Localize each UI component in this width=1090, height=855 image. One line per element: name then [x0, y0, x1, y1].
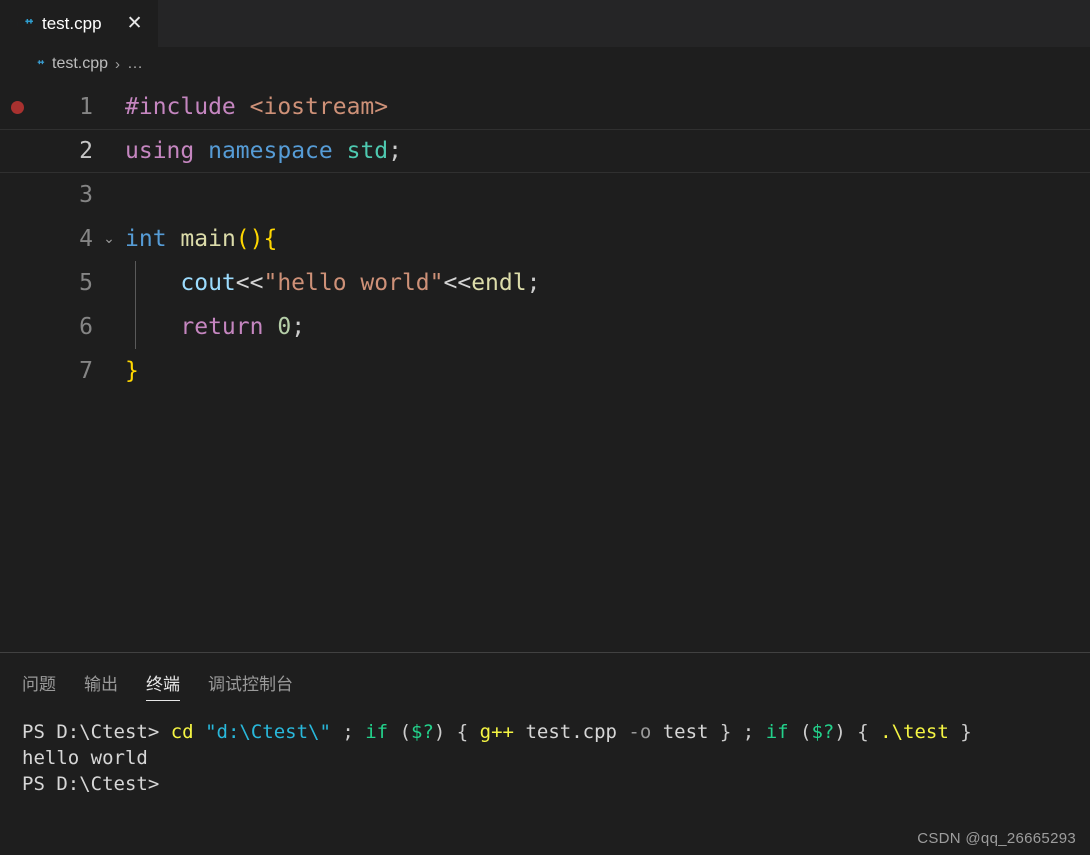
- editor-tab-label: test.cpp: [42, 13, 102, 33]
- breadcrumb-overflow[interactable]: …: [127, 55, 144, 73]
- terminal-line: hello world: [22, 745, 1090, 771]
- terminal-token: test.cpp: [514, 721, 629, 743]
- code-token: ;: [526, 270, 541, 296]
- panel-tab[interactable]: 输出: [84, 653, 118, 711]
- code-token: return: [180, 314, 264, 340]
- code-token: <<: [443, 270, 472, 296]
- terminal-token: PS D:\Ctest>: [22, 773, 160, 795]
- code-line-text: }: [125, 349, 1090, 393]
- code-token: ;: [388, 138, 402, 164]
- terminal-token: $?: [811, 721, 835, 743]
- breakpoint-dot: [10, 100, 24, 114]
- code-token: }: [125, 358, 139, 384]
- code-line-text: int main(){: [125, 217, 1090, 261]
- code-token: int: [125, 226, 167, 252]
- terminal-token: ) {: [834, 721, 881, 743]
- code-token: namespace: [208, 138, 333, 164]
- line-number: 2: [79, 138, 93, 164]
- terminal-token: ) {: [433, 721, 480, 743]
- tab-bar-empty-space: [157, 0, 1090, 47]
- terminal-line: PS D:\Ctest> cd "d:\Ctest\" ; if ($?) { …: [22, 719, 1090, 745]
- code-line[interactable]: 7}: [0, 349, 1090, 393]
- line-number: 3: [79, 182, 93, 208]
- code-line-text: cout<<"hello world"<<endl;: [125, 261, 1090, 305]
- code-token: ;: [291, 314, 306, 340]
- terminal-token: cd: [170, 721, 194, 743]
- breadcrumb-item-file[interactable]: test.cpp: [52, 55, 108, 73]
- code-line[interactable]: 1 #include <iostream>: [0, 85, 1090, 129]
- line-number: 5: [79, 270, 93, 296]
- breakpoint-icon[interactable]: [8, 100, 26, 114]
- editor-tab-test-cpp[interactable]: test.cpp ✕: [0, 0, 158, 47]
- terminal-token: "d:\Ctest\": [205, 721, 331, 743]
- code-token: {: [263, 226, 278, 252]
- code-line-text: #include <iostream>: [125, 85, 1090, 129]
- terminal-token: } ;: [719, 721, 766, 743]
- code-lines: 1 #include <iostream> 2 using namespace std…: [0, 81, 1090, 393]
- code-line-text: return 0;: [125, 305, 1090, 349]
- code-token: endl: [471, 270, 527, 296]
- terminal-token: if: [765, 721, 789, 743]
- terminal-token: PS D:\Ctest>: [22, 721, 171, 743]
- terminal-token: -o: [628, 721, 652, 743]
- terminal-token: g++: [479, 721, 514, 743]
- code-editor[interactable]: 1 #include <iostream> 2 using namespace std…: [0, 81, 1090, 652]
- terminal-token: hello world: [22, 747, 148, 769]
- panel-tab[interactable]: 调试控制台: [208, 653, 293, 711]
- code-token: cout: [180, 270, 236, 296]
- panel-tab[interactable]: 终端: [146, 653, 180, 711]
- code-line[interactable]: 5 cout<<"hello world"<<endl;: [0, 261, 1090, 305]
- cpp-file-icon: [14, 14, 34, 34]
- code-token: (): [235, 226, 264, 252]
- line-number: 7: [79, 358, 93, 384]
- vscode-window: test.cpp ✕ test.cpp › … 1 #include <iostr…: [0, 0, 1090, 855]
- code-token: #include: [125, 94, 236, 120]
- close-icon[interactable]: ✕: [124, 13, 146, 35]
- terminal-token: .\test: [880, 721, 949, 743]
- panel-tab[interactable]: 问题: [22, 653, 56, 711]
- code-token: <<: [235, 270, 264, 296]
- code-line[interactable]: 3: [0, 173, 1090, 217]
- code-line[interactable]: 2 using namespace std;: [0, 129, 1090, 173]
- code-token: 0: [277, 314, 292, 340]
- code-line-text: using namespace std;: [125, 129, 1090, 173]
- code-token: std: [346, 138, 389, 164]
- terminal-token: test: [651, 721, 720, 743]
- panel-tab-list: 问题 输出 终端 调试控制台: [0, 653, 1090, 711]
- chevron-right-icon: ›: [115, 55, 121, 73]
- line-number: 6: [79, 314, 93, 340]
- terminal-token: ;: [330, 721, 366, 743]
- cpp-file-icon: [28, 56, 45, 73]
- bottom-panel: 问题 输出 终端 调试控制台 PS D:\Ctest> cd "d:\Ctest\" …: [0, 652, 1090, 855]
- breadcrumb: test.cpp › …: [0, 47, 1090, 81]
- code-token: "hello world": [263, 270, 444, 296]
- code-token: main: [180, 226, 236, 252]
- indent-guide: [135, 261, 136, 349]
- editor-tab-bar: test.cpp ✕: [0, 0, 1090, 47]
- terminal-token: }: [948, 721, 972, 743]
- code-token: <iostream>: [249, 94, 389, 120]
- terminal-token: $?: [411, 721, 434, 743]
- terminal-token: if: [365, 721, 389, 743]
- watermark: CSDN @qq_26665293: [917, 830, 1076, 847]
- terminal-token: (: [788, 721, 812, 743]
- line-number: 4: [79, 226, 93, 252]
- terminal-token: (: [388, 721, 412, 743]
- code-line[interactable]: 4 ⌄ int main(){: [0, 217, 1090, 261]
- code-line[interactable]: 6 return 0;: [0, 305, 1090, 349]
- code-token: using: [125, 138, 195, 164]
- chevron-down-icon[interactable]: ⌄: [93, 217, 125, 261]
- terminal-line: PS D:\Ctest>: [22, 771, 1090, 797]
